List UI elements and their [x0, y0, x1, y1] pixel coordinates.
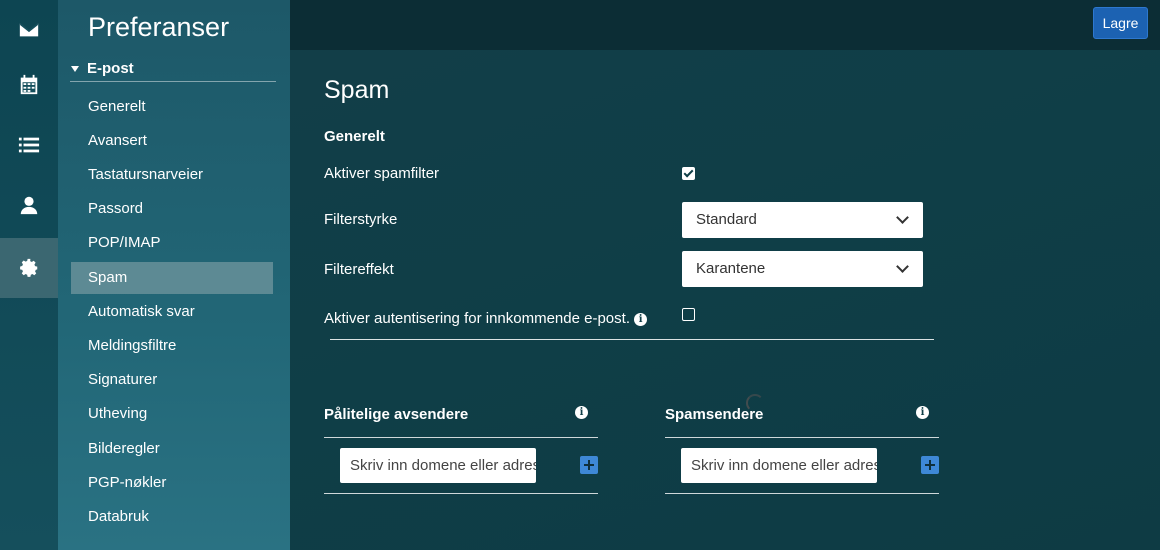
info-icon[interactable]: i — [575, 406, 588, 419]
sidebar-item-advanced[interactable]: Avansert — [71, 125, 273, 157]
sidebar-item-spam[interactable]: Spam — [71, 262, 273, 294]
section-email-label: E-post — [87, 60, 134, 77]
enable-auth-checkbox[interactable] — [682, 308, 695, 321]
sidebar-item-message-filters[interactable]: Meldingsfiltre — [71, 330, 273, 362]
sidebar-item-pop-imap[interactable]: POP/IMAP — [71, 227, 273, 259]
info-icon[interactable]: i — [916, 406, 929, 419]
filter-effect-label: Filtereffekt — [324, 261, 394, 278]
trusted-senders-heading: Pålitelige avsendere — [324, 406, 469, 423]
divider — [665, 493, 939, 494]
enable-spam-filter-label: Aktiver spamfilter — [324, 165, 440, 182]
spam-senders-input[interactable] — [681, 448, 877, 483]
sidebar-item-shortcuts[interactable]: Tastatursnarveier — [71, 159, 273, 191]
filter-effect-value: Karantene — [696, 260, 766, 277]
app-rail — [0, 0, 58, 550]
divider — [665, 437, 939, 438]
gear-icon — [20, 258, 38, 277]
chevron-down-icon — [896, 211, 909, 224]
section-general-heading: Generelt — [324, 128, 385, 145]
mail-icon — [19, 23, 39, 37]
add-trusted-sender-button[interactable] — [580, 456, 598, 474]
sidebar-item-password[interactable]: Passord — [71, 193, 273, 225]
info-icon[interactable]: i — [634, 312, 648, 326]
spam-settings-panel: Spam Generelt Aktiver spamfilter Filters… — [290, 50, 1160, 550]
sidebar-item-image-rules[interactable]: Bilderegler — [71, 433, 273, 465]
sidebar-item-highlighting[interactable]: Utheving — [71, 398, 273, 430]
rail-contacts[interactable] — [0, 175, 58, 235]
sidebar-title: Preferanser — [88, 12, 230, 42]
rail-mail[interactable] — [0, 0, 58, 60]
filter-strength-label: Filterstyrke — [324, 211, 398, 228]
preferences-sidebar: Preferanser E-post Generelt Avansert Tas… — [58, 0, 290, 550]
user-icon — [20, 196, 38, 215]
filter-effect-select[interactable]: Karantene — [682, 251, 923, 287]
filter-strength-value: Standard — [696, 211, 757, 228]
save-button[interactable]: Lagre — [1093, 7, 1148, 39]
divider — [324, 437, 598, 438]
caret-down-icon — [71, 65, 79, 72]
divider — [324, 493, 598, 494]
rail-tasks[interactable] — [0, 115, 58, 175]
calendar-icon — [20, 74, 38, 95]
section-divider — [330, 339, 934, 340]
enable-auth-row: Aktiver autentisering for innkommende e-… — [324, 310, 648, 327]
filter-strength-select[interactable]: Standard — [682, 202, 923, 238]
list-icon — [18, 137, 40, 153]
spam-senders-box: Spamsendere i — [665, 400, 939, 494]
trusted-senders-input[interactable] — [340, 448, 536, 483]
sidebar-item-general[interactable]: Generelt — [71, 91, 273, 123]
top-bar: Lagre — [290, 0, 1160, 50]
add-spam-sender-button[interactable] — [921, 456, 939, 474]
chevron-down-icon — [896, 260, 909, 273]
loading-spinner-icon — [746, 394, 764, 412]
sidebar-item-data-usage[interactable]: Databruk — [71, 501, 273, 533]
trusted-senders-box: Pålitelige avsendere i — [324, 400, 598, 494]
rail-calendar[interactable] — [0, 55, 58, 115]
sidebar-item-signatures[interactable]: Signaturer — [71, 364, 273, 396]
enable-auth-label: Aktiver autentisering for innkommende e-… — [324, 310, 630, 327]
rail-settings[interactable] — [0, 238, 58, 298]
sidebar-item-auto-reply[interactable]: Automatisk svar — [71, 296, 273, 328]
sidebar-item-pgp-keys[interactable]: PGP-nøkler — [71, 467, 273, 499]
page-title: Spam — [324, 76, 390, 104]
enable-spam-filter-checkbox[interactable] — [682, 167, 695, 180]
section-email[interactable]: E-post — [70, 56, 276, 82]
